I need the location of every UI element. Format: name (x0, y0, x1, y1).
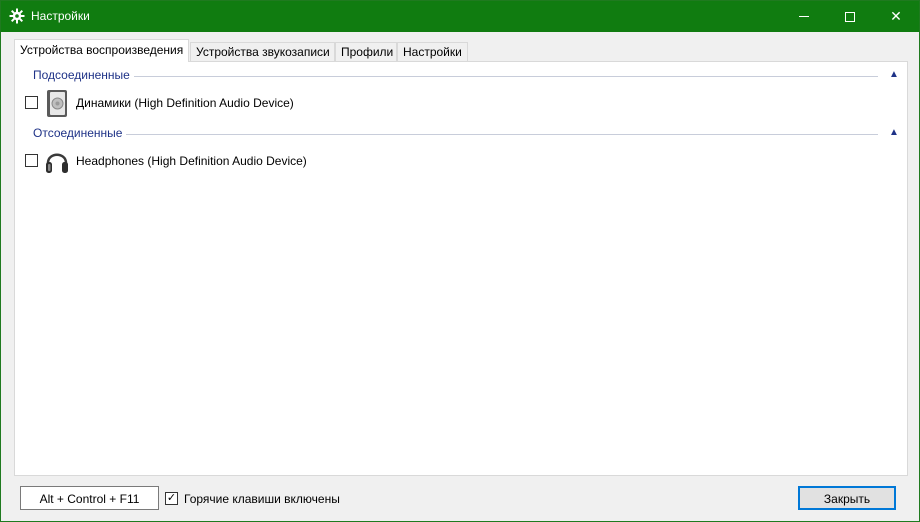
device-row-headphones[interactable]: Headphones (High Definition Audio Device… (25, 145, 885, 177)
device-list-panel: Подсоединенные ▲ Динамики (High Definiti… (14, 61, 908, 476)
minimize-button[interactable] (781, 1, 827, 32)
close-window-button[interactable]: ✕ (873, 1, 919, 32)
collapse-icon[interactable]: ▲ (887, 68, 901, 82)
tab-recording-devices[interactable]: Устройства звукозаписи (190, 42, 335, 62)
close-icon: ✕ (890, 8, 902, 24)
device-label: Headphones (High Definition Audio Device… (76, 154, 307, 168)
minimize-icon (799, 16, 809, 17)
gear-icon (9, 8, 25, 24)
window-title: Настройки (31, 9, 90, 23)
tab-settings[interactable]: Настройки (397, 42, 468, 62)
group-divider (33, 76, 878, 77)
hotkey-input[interactable]: Alt + Control + F11 (20, 486, 159, 510)
group-label-disconnected: Отсоединенные (33, 126, 127, 140)
title-bar[interactable]: Настройки ✕ (1, 1, 919, 32)
maximize-button[interactable] (827, 1, 873, 32)
tab-profiles[interactable]: Профили (335, 42, 397, 62)
device-row-speakers[interactable]: Динамики (High Definition Audio Device) (25, 87, 885, 119)
settings-window: Настройки ✕ Устройства воспроизведения У… (0, 0, 920, 522)
speaker-icon (44, 87, 70, 119)
tab-playback-devices[interactable]: Устройства воспроизведения (14, 39, 189, 62)
group-divider (33, 134, 878, 135)
headphones-icon (44, 145, 70, 177)
device-checkbox[interactable] (25, 96, 38, 109)
device-label: Динамики (High Definition Audio Device) (76, 96, 294, 110)
group-header-connected: Подсоединенные ▲ (33, 68, 901, 84)
collapse-icon[interactable]: ▲ (887, 126, 901, 140)
maximize-icon (845, 11, 855, 22)
group-header-disconnected: Отсоединенные ▲ (33, 126, 901, 142)
device-checkbox[interactable] (25, 154, 38, 167)
hotkeys-enabled-label: Горячие клавиши включены (184, 492, 340, 506)
group-label-connected: Подсоединенные (33, 68, 134, 82)
hotkeys-enabled-checkbox[interactable]: ✓ (165, 492, 178, 505)
close-button[interactable]: Закрыть (798, 486, 896, 510)
